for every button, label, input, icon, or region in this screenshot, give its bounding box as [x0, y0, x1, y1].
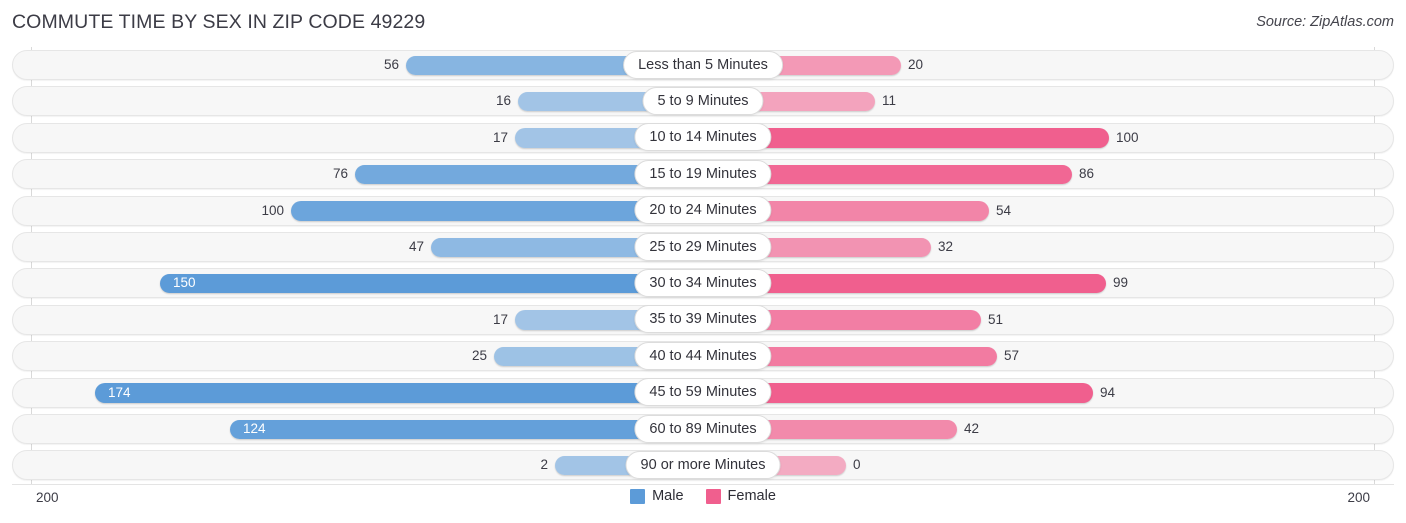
chart-row: 17 100 10 to 14 Minutes [0, 120, 1406, 156]
chart-row: 150 99 30 to 34 Minutes [0, 265, 1406, 301]
value-label-female: 20 [908, 57, 924, 72]
category-label: 20 to 24 Minutes [634, 196, 772, 225]
value-label-male: 2 [540, 457, 548, 473]
page-title: COMMUTE TIME BY SEX IN ZIP CODE 49229 [12, 11, 426, 33]
bar-male[interactable] [230, 419, 703, 439]
chart-row: 17 51 35 to 39 Minutes [0, 302, 1406, 338]
legend-label: Female [727, 488, 776, 504]
value-label-female: 57 [1004, 348, 1020, 364]
chart-row: 25 57 40 to 44 Minutes [0, 338, 1406, 374]
source-attribution: Source: ZipAtlas.com [1256, 14, 1394, 30]
legend-swatch-icon [630, 488, 646, 504]
value-label-male: 56 [383, 57, 399, 72]
legend-label: Male [652, 488, 684, 504]
value-label-female: 51 [988, 311, 1004, 327]
category-label: Less than 5 Minutes [623, 50, 783, 79]
bar-male[interactable] [95, 383, 703, 403]
footer-divider [12, 484, 1394, 485]
category-label: 30 to 34 Minutes [634, 268, 772, 297]
category-label: 25 to 29 Minutes [634, 232, 772, 261]
value-label-female: 0 [853, 457, 861, 473]
value-label-female: 32 [938, 239, 954, 254]
value-label-male: 124 [243, 421, 266, 436]
legend-item[interactable]: Male [630, 488, 684, 504]
value-label-female: 99 [1113, 275, 1129, 291]
chart-root: COMMUTE TIME BY SEX IN ZIP CODE 49229 So… [0, 0, 1406, 523]
value-label-male: 76 [332, 166, 348, 182]
chart-legend: Male Female [0, 488, 1406, 504]
chart-row: 47 32 25 to 29 Minutes [0, 229, 1406, 265]
chart-row: 124 42 60 to 89 Minutes [0, 411, 1406, 447]
value-label-male: 150 [173, 275, 196, 291]
category-label: 10 to 14 Minutes [634, 123, 772, 152]
category-label: 40 to 44 Minutes [634, 341, 772, 370]
chart-row: 100 54 20 to 24 Minutes [0, 193, 1406, 229]
chart-row: 76 86 15 to 19 Minutes [0, 156, 1406, 192]
category-label: 45 to 59 Minutes [634, 378, 772, 407]
value-label-male: 100 [261, 202, 284, 218]
chart-row: 56 20 Less than 5 Minutes [0, 47, 1406, 83]
value-label-male: 47 [408, 239, 424, 254]
value-label-male: 174 [108, 384, 131, 400]
value-label-female: 86 [1079, 166, 1095, 182]
value-label-female: 100 [1116, 129, 1139, 145]
category-label: 60 to 89 Minutes [634, 414, 772, 443]
chart-row: 174 94 45 to 59 Minutes [0, 375, 1406, 411]
value-label-male: 17 [492, 311, 508, 327]
value-label-male: 25 [471, 348, 487, 364]
chart-row: 16 11 5 to 9 Minutes [0, 83, 1406, 119]
category-label: 35 to 39 Minutes [634, 305, 772, 334]
value-label-female: 54 [996, 202, 1012, 218]
chart-row: 2 0 90 or more Minutes [0, 447, 1406, 483]
value-label-female: 42 [964, 421, 980, 436]
category-label: 90 or more Minutes [625, 450, 781, 479]
category-label: 5 to 9 Minutes [642, 86, 764, 115]
category-label: 15 to 19 Minutes [634, 159, 772, 188]
value-label-female: 11 [882, 93, 897, 109]
legend-item[interactable]: Female [705, 488, 776, 504]
legend-swatch-icon [705, 488, 721, 504]
value-label-female: 94 [1100, 384, 1116, 400]
bar-male[interactable] [160, 273, 703, 294]
value-label-male: 16 [495, 93, 511, 109]
value-label-male: 17 [492, 129, 508, 145]
plot-area: 56 20 Less than 5 Minutes 16 11 5 to 9 Minute… [0, 47, 1406, 484]
